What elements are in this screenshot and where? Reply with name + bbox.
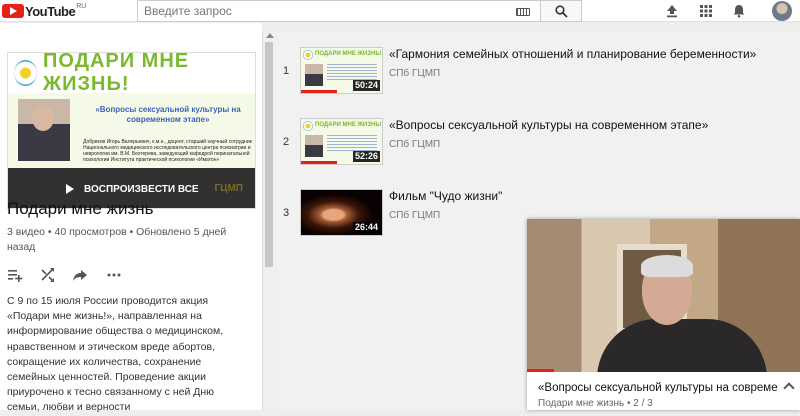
- shuffle-icon[interactable]: [40, 267, 56, 283]
- search-bar: [137, 0, 582, 22]
- video-thumbnail[interactable]: ПОДАРИ МНЕ ЖИЗНЬ! 50:24: [300, 47, 383, 94]
- video-title[interactable]: «Вопросы сексуальной культуры на совреме…: [389, 118, 708, 132]
- thumbnail-caption: Добряков Игорь Валерьевич, к.м.н., доцен…: [83, 139, 252, 163]
- mini-player-subtitle: Подари мне жизнь • 2 / 3: [538, 398, 653, 409]
- keyboard-icon[interactable]: [516, 8, 530, 16]
- play-icon: [66, 184, 74, 194]
- mini-player-video[interactable]: [527, 219, 800, 372]
- video-thumbnail[interactable]: ПОДАРИ МНЕ ЖИЗНЬ! 52:26: [300, 118, 383, 165]
- banner-text: ПОДАРИ МНЕ ЖИЗНЬ!: [43, 52, 190, 95]
- thumbnail-banner: ПОДАРИ МНЕ ЖИЗНЬ!: [8, 52, 255, 95]
- play-all-label: ВОСПРОИЗВЕСТИ ВСЕ: [84, 183, 199, 195]
- scroll-thumb[interactable]: [265, 42, 273, 267]
- video-title[interactable]: Фильм "Чудо жизни": [389, 189, 502, 203]
- search-box[interactable]: [137, 0, 540, 22]
- playlist-description: С 9 по 15 июля России проводится акция «…: [7, 295, 224, 414]
- chevron-up-icon[interactable]: [783, 382, 795, 394]
- apps-icon[interactable]: [699, 4, 713, 18]
- mini-player[interactable]: «Вопросы сексуальной культуры на совреме…: [527, 219, 800, 410]
- video-title[interactable]: «Гармония семейных отношений и планирова…: [389, 47, 756, 61]
- speaker-hair: [641, 255, 693, 277]
- playlist-sidebar: ПОДАРИ МНЕ ЖИЗНЬ! «Вопросы сексуальной к…: [0, 23, 262, 413]
- mini-player-progress[interactable]: [527, 369, 555, 372]
- thumbnail-watermark: ГЦМП: [214, 183, 244, 194]
- video-index: 3: [283, 207, 290, 219]
- daisy-logo-icon: [303, 121, 313, 131]
- playlist-thumbnail[interactable]: ПОДАРИ МНЕ ЖИЗНЬ! «Вопросы сексуальной к…: [7, 52, 256, 209]
- video-thumbnail[interactable]: 26:44: [300, 189, 383, 236]
- share-icon[interactable]: [72, 267, 88, 283]
- speaker-photo: [305, 135, 323, 157]
- scrollbar[interactable]: [262, 31, 276, 410]
- speaker-body: [597, 319, 767, 372]
- search-input[interactable]: [144, 4, 504, 18]
- search-icon: [554, 4, 568, 18]
- watch-progress: [301, 161, 338, 164]
- daisy-logo-icon: [303, 50, 313, 60]
- video-channel[interactable]: СПб ГЦМП: [389, 68, 440, 79]
- mini-player-title[interactable]: «Вопросы сексуальной культуры на совреме…: [538, 382, 778, 394]
- thumbnail-banner: ПОДАРИ МНЕ ЖИЗНЬ!: [315, 122, 382, 128]
- logo-region: RU: [76, 2, 87, 10]
- playlist-title: Подари мне жизнь: [7, 199, 154, 218]
- youtube-play-icon: [2, 4, 24, 18]
- logo-text: YouTube: [25, 3, 76, 19]
- video-channel[interactable]: СПб ГЦМП: [389, 210, 440, 221]
- video-speaker: [597, 255, 767, 372]
- search-button[interactable]: [540, 0, 582, 22]
- more-icon[interactable]: [106, 267, 122, 283]
- top-bar: YouTube RU: [0, 0, 800, 22]
- notifications-bell-icon[interactable]: [732, 4, 746, 18]
- video-duration: 50:24: [352, 80, 380, 91]
- playlist-meta: 3 видео • 40 просмотров • Обновлено 5 дн…: [7, 226, 227, 253]
- watch-progress: [301, 90, 338, 93]
- video-duration: 52:26: [352, 151, 380, 162]
- upload-icon[interactable]: [665, 4, 679, 18]
- video-row[interactable]: 2 ПОДАРИ МНЕ ЖИЗНЬ! 52:26 «Вопросы сексу…: [277, 102, 800, 166]
- add-to-playlist-icon[interactable]: [7, 267, 23, 283]
- account-avatar[interactable]: [772, 1, 792, 21]
- thumbnail-banner: ПОДАРИ МНЕ ЖИЗНЬ!: [315, 51, 382, 57]
- speaker-photo: [305, 64, 323, 86]
- video-index: 1: [283, 65, 290, 77]
- thumbnail-body: «Вопросы сексуальной культуры на совреме…: [8, 93, 255, 168]
- thumbnail-subtitle: «Вопросы сексуальной культуры на совреме…: [95, 105, 241, 124]
- youtube-logo[interactable]: YouTube RU: [2, 3, 86, 19]
- daisy-logo-icon: [14, 60, 38, 86]
- video-duration: 26:44: [352, 222, 380, 233]
- scroll-up-icon[interactable]: [266, 33, 274, 38]
- playlist-actions: [7, 267, 157, 283]
- video-index: 2: [283, 136, 290, 148]
- video-channel[interactable]: СПб ГЦМП: [389, 139, 440, 150]
- video-row[interactable]: 1 ПОДАРИ МНЕ ЖИЗНЬ! 50:24 «Гармония семе…: [277, 31, 800, 95]
- speaker-photo: [18, 99, 70, 161]
